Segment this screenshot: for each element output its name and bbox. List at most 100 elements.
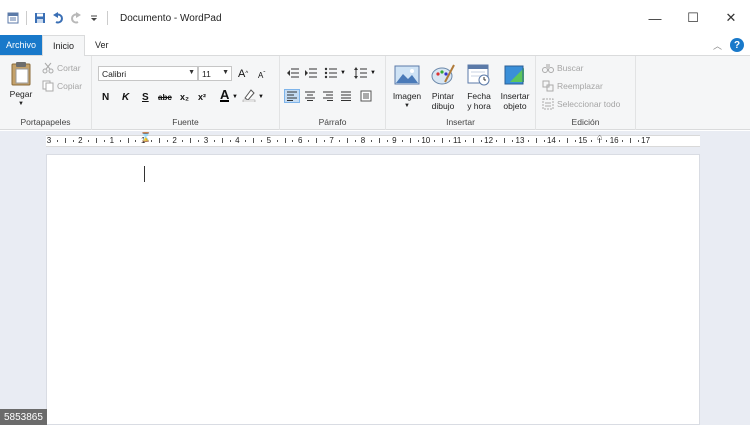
justify-icon [341, 91, 351, 101]
ruler-tick [182, 140, 184, 142]
subscript-button[interactable]: x₂ [180, 90, 189, 104]
align-left-button[interactable] [284, 89, 300, 103]
paste-button[interactable]: Pegar ▼ [6, 60, 36, 109]
minimize-button[interactable]: — [636, 0, 674, 36]
bullets-button[interactable] [324, 66, 338, 80]
font-size-select[interactable]: 11 ▼ [198, 66, 232, 81]
ruler-tick [284, 138, 286, 143]
find-button[interactable]: Buscar [542, 62, 583, 74]
ruler-tick [480, 140, 482, 142]
tab-ver[interactable]: Ver [85, 35, 119, 55]
group-paragraph: ▼ ▼ Párrafo [280, 56, 386, 130]
replace-icon [542, 80, 554, 92]
tab-bar-right: ︿ ? [713, 38, 744, 52]
ruler-number: 9 [392, 136, 397, 145]
highlight-button[interactable] [242, 88, 256, 102]
ruler-number: 2 [172, 136, 177, 145]
object-icon [504, 65, 524, 85]
ruler-tick [260, 140, 262, 142]
ruler-number: 3 [46, 136, 52, 145]
ruler-tick [221, 138, 223, 143]
close-button[interactable]: ✕ [712, 0, 750, 36]
paragraph-dialog-button[interactable] [360, 89, 372, 103]
date-time-button[interactable]: Fecha y hora [462, 62, 496, 111]
ruler-tick [465, 140, 467, 142]
ruler-tick [496, 140, 498, 142]
undo-icon[interactable] [51, 11, 65, 25]
ruler-number: 14 [546, 136, 556, 145]
ruler-tick [386, 140, 388, 142]
tab-inicio[interactable]: Inicio [42, 35, 86, 56]
line-spacing-button[interactable] [354, 66, 368, 80]
ruler-number: 15 [578, 136, 588, 145]
ruler-tick [574, 140, 576, 142]
right-indent-marker[interactable]: ⌂ [597, 132, 602, 142]
calendar-clock-icon [467, 64, 490, 86]
shrink-font-button[interactable]: Aˇ [258, 68, 265, 82]
document-page[interactable] [46, 154, 700, 425]
ruler-tick [253, 138, 255, 143]
font-size-value: 11 [202, 68, 211, 79]
chevron-down-icon[interactable]: ▼ [340, 66, 346, 80]
align-right-button[interactable] [322, 89, 334, 103]
separator [26, 11, 27, 25]
ruler-tick [213, 140, 215, 142]
watermark-id: 5853865 [0, 409, 47, 425]
ruler-tick [370, 140, 372, 142]
ruler-tick [323, 140, 325, 142]
ruler-tick [441, 138, 443, 143]
redo-icon[interactable] [69, 11, 83, 25]
customize-toolbar-icon[interactable] [87, 11, 101, 25]
align-left-icon [287, 91, 297, 101]
ruler[interactable]: 3 2 1 1 2 3 4 5 6 7 8 9 10 11 12 13 14 15 16 17 ⌛ ⌂ [46, 132, 700, 147]
chevron-down-icon[interactable]: ▼ [232, 90, 238, 104]
insert-object-button[interactable]: Insertar objeto [496, 62, 534, 111]
find-label: Buscar [557, 63, 584, 73]
italic-button[interactable]: K [122, 90, 129, 104]
insert-image-button[interactable]: Imagen ▼ [390, 62, 424, 111]
strikethrough-button[interactable]: abc [158, 90, 172, 104]
wordpad-app-icon[interactable] [6, 11, 20, 25]
ruler-tick [245, 140, 247, 142]
chevron-down-icon[interactable]: ▼ [370, 66, 376, 80]
group-label-insert: Insertar [446, 117, 475, 127]
collapse-ribbon-icon[interactable]: ︿ [713, 39, 722, 52]
ruler-tick [472, 138, 474, 143]
align-center-icon [305, 91, 315, 101]
copy-label: Copiar [57, 81, 83, 91]
help-icon[interactable]: ? [730, 38, 744, 52]
decrease-indent-button[interactable] [286, 66, 300, 80]
increase-indent-button[interactable] [304, 66, 318, 80]
group-font: Calibri ▼ 11 ▼ A ^ Aˇ N K S abc x₂ x² A ▼… [92, 56, 280, 130]
grow-font-button[interactable]: A ^ [238, 67, 248, 81]
group-insert: Imagen ▼ Pintar dibujo Fecha y hora Inse… [386, 56, 536, 130]
replace-button[interactable]: Reemplazar [542, 80, 603, 92]
ruler-tick [347, 138, 349, 143]
clipboard-icon [11, 62, 31, 86]
ribbon-tabs: Archivo Inicio Ver ︿ ? [0, 35, 750, 56]
justify-button[interactable] [340, 89, 352, 103]
paint-drawing-button[interactable]: Pintar dibujo [426, 62, 460, 111]
select-all-button[interactable]: Seleccionar todo [542, 98, 620, 110]
ruler-tick [135, 140, 137, 142]
copy-button[interactable]: Copiar [42, 80, 82, 92]
group-editing: Buscar Reemplazar Seleccionar todo Edici… [536, 56, 636, 130]
font-family-select[interactable]: Calibri ▼ [98, 66, 198, 81]
ruler-tick [378, 138, 380, 143]
cut-button[interactable]: Cortar [42, 62, 81, 74]
ruler-number: 13 [515, 136, 525, 145]
tab-archivo[interactable]: Archivo [0, 35, 43, 55]
align-center-button[interactable] [304, 89, 316, 103]
underline-button[interactable]: S [142, 90, 149, 104]
grow-font-label: A [238, 68, 246, 80]
bold-button[interactable]: N [102, 90, 109, 104]
font-color-button[interactable]: A [220, 87, 230, 102]
ruler-number: 11 [453, 136, 462, 145]
ruler-tick [567, 138, 569, 143]
superscript-button[interactable]: x² [198, 90, 206, 104]
save-icon[interactable] [33, 11, 47, 25]
group-label-paragraph: Párrafo [318, 117, 347, 127]
maximize-button[interactable]: ☐ [674, 0, 712, 36]
first-line-indent-marker[interactable]: ⌛ [140, 132, 151, 143]
chevron-down-icon[interactable]: ▼ [258, 90, 264, 104]
